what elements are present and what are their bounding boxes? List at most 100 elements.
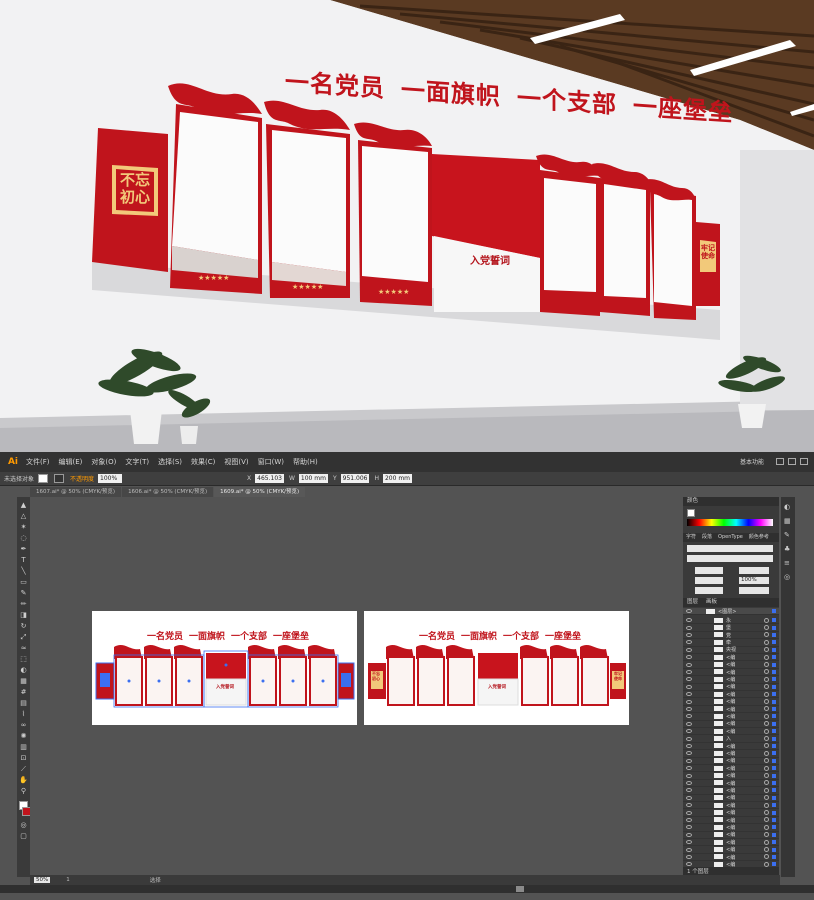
target-circle-icon[interactable] <box>764 617 769 623</box>
scale-icon[interactable]: ⤢ <box>19 633 28 642</box>
visibility-eye-icon[interactable] <box>686 625 692 630</box>
minimize-icon[interactable] <box>776 458 784 465</box>
target-circle-icon[interactable] <box>764 632 769 638</box>
target-circle-icon[interactable] <box>764 802 769 808</box>
selection-indicator[interactable] <box>772 729 776 734</box>
stroke-dock-icon[interactable]: ≡ <box>784 559 792 567</box>
visibility-eye-icon[interactable] <box>686 810 692 815</box>
selection-indicator[interactable] <box>772 655 776 660</box>
target-circle-icon[interactable] <box>764 750 769 756</box>
draw-mode-icon[interactable]: ◎ <box>19 821 28 830</box>
target-circle-icon[interactable] <box>764 625 769 631</box>
target-circle-icon[interactable] <box>764 795 769 801</box>
selection-indicator[interactable] <box>772 640 776 645</box>
target-circle-icon[interactable] <box>764 758 769 764</box>
close-icon[interactable] <box>800 458 808 465</box>
visibility-eye-icon[interactable] <box>686 729 692 734</box>
stroke-swatch[interactable] <box>54 474 65 483</box>
target-circle-icon[interactable] <box>764 743 769 749</box>
menu-view[interactable]: 视图(V) <box>224 457 248 467</box>
eraser-icon[interactable]: ◨ <box>19 611 28 620</box>
graph-tool-icon[interactable]: ▥ <box>19 743 28 752</box>
target-circle-icon[interactable] <box>764 662 769 668</box>
tab-color-guide[interactable]: 颜色参考 <box>746 533 772 542</box>
selection-indicator[interactable] <box>772 743 776 748</box>
y-field[interactable]: 951.006 <box>340 474 370 483</box>
tab-paragraph[interactable]: 段落 <box>699 533 715 542</box>
artboard-tool-icon[interactable]: ⊡ <box>19 754 28 763</box>
perspective-icon[interactable]: ▦ <box>19 677 28 686</box>
visibility-eye-icon[interactable] <box>686 669 692 674</box>
selection-indicator[interactable] <box>772 840 776 845</box>
color-fill-icon[interactable] <box>687 509 695 517</box>
selection-indicator[interactable] <box>772 751 776 756</box>
target-circle-icon[interactable] <box>764 691 769 697</box>
selection-indicator[interactable] <box>772 684 776 689</box>
selection-indicator[interactable] <box>772 609 776 614</box>
free-transform-icon[interactable]: ⬚ <box>19 655 28 664</box>
shape-builder-icon[interactable]: ◐ <box>19 666 28 675</box>
appearance-dock-icon[interactable]: ◎ <box>784 573 792 581</box>
selection-indicator[interactable] <box>772 669 776 674</box>
type-tool-icon[interactable]: T <box>19 556 28 565</box>
visibility-eye-icon[interactable] <box>686 714 692 719</box>
artboard-2[interactable]: 一名党员 一面旗帜 一个支部 一座堡垒 不忘 初心 牢记 使命 入党誓词 <box>364 611 629 725</box>
x-field[interactable]: 465.103 <box>255 474 284 483</box>
visibility-eye-icon[interactable] <box>686 847 692 852</box>
font-size-field[interactable] <box>695 567 723 574</box>
visibility-eye-icon[interactable] <box>686 692 692 697</box>
target-circle-icon[interactable] <box>764 847 769 853</box>
canvas[interactable]: 一名党员 一面旗帜 一个支部 一座堡垒 入党誓词 一名党员 一面旗帜 一个支部 … <box>30 497 682 875</box>
visibility-eye-icon[interactable] <box>686 684 692 689</box>
selection-indicator[interactable] <box>772 862 776 867</box>
target-circle-icon[interactable] <box>764 780 769 786</box>
horizontal-scale-field[interactable]: 100% <box>739 577 769 584</box>
target-circle-icon[interactable] <box>764 699 769 705</box>
target-circle-icon[interactable] <box>764 854 769 860</box>
selection-indicator[interactable] <box>772 817 776 822</box>
selection-indicator[interactable] <box>772 847 776 852</box>
menu-select[interactable]: 选择(S) <box>158 457 182 467</box>
screen-mode-icon[interactable]: ▢ <box>19 832 28 841</box>
doc-tab-active[interactable]: 1609.ai* @ 50% (CMYK/预览) <box>214 487 306 497</box>
slice-tool-icon[interactable]: ⟋ <box>19 765 28 774</box>
color-panel-tab[interactable]: 颜色 <box>683 497 779 506</box>
visibility-eye-icon[interactable] <box>686 609 692 614</box>
visibility-eye-icon[interactable] <box>686 773 692 778</box>
direct-select-tool-icon[interactable]: △ <box>19 512 28 521</box>
tracking-field[interactable] <box>739 587 769 594</box>
tab-layers[interactable]: 图层 <box>683 598 702 607</box>
selection-indicator[interactable] <box>772 625 776 630</box>
visibility-eye-icon[interactable] <box>686 854 692 859</box>
target-circle-icon[interactable] <box>764 810 769 816</box>
selection-indicator[interactable] <box>772 699 776 704</box>
visibility-eye-icon[interactable] <box>686 780 692 785</box>
target-circle-icon[interactable] <box>764 736 769 742</box>
target-circle-icon[interactable] <box>764 639 769 645</box>
symbols-dock-icon[interactable]: ♣ <box>784 545 792 553</box>
visibility-eye-icon[interactable] <box>686 803 692 808</box>
selection-indicator[interactable] <box>772 714 776 719</box>
selection-indicator[interactable] <box>772 803 776 808</box>
w-field[interactable]: 100 mm <box>298 474 328 483</box>
visibility-eye-icon[interactable] <box>686 647 692 652</box>
paintbrush-icon[interactable]: ✎ <box>19 589 28 598</box>
font-family-field[interactable] <box>687 545 773 552</box>
zoom-tool-icon[interactable]: ⚲ <box>19 787 28 796</box>
mesh-icon[interactable]: # <box>19 688 28 697</box>
selection-indicator[interactable] <box>772 832 776 837</box>
opacity-field[interactable]: 100% <box>98 474 123 483</box>
font-style-field[interactable] <box>687 555 773 562</box>
fill-swatch[interactable] <box>38 474 49 483</box>
tab-opentype[interactable]: OpenType <box>715 533 746 542</box>
selection-indicator[interactable] <box>772 795 776 800</box>
vertical-scale-field[interactable] <box>695 577 723 584</box>
menu-type[interactable]: 文字(T) <box>125 457 149 467</box>
target-circle-icon[interactable] <box>764 773 769 779</box>
lasso-icon[interactable]: ◌ <box>19 534 28 543</box>
selection-indicator[interactable] <box>772 706 776 711</box>
visibility-eye-icon[interactable] <box>686 817 692 822</box>
visibility-eye-icon[interactable] <box>686 677 692 682</box>
selection-indicator[interactable] <box>772 647 776 652</box>
selection-indicator[interactable] <box>772 810 776 815</box>
